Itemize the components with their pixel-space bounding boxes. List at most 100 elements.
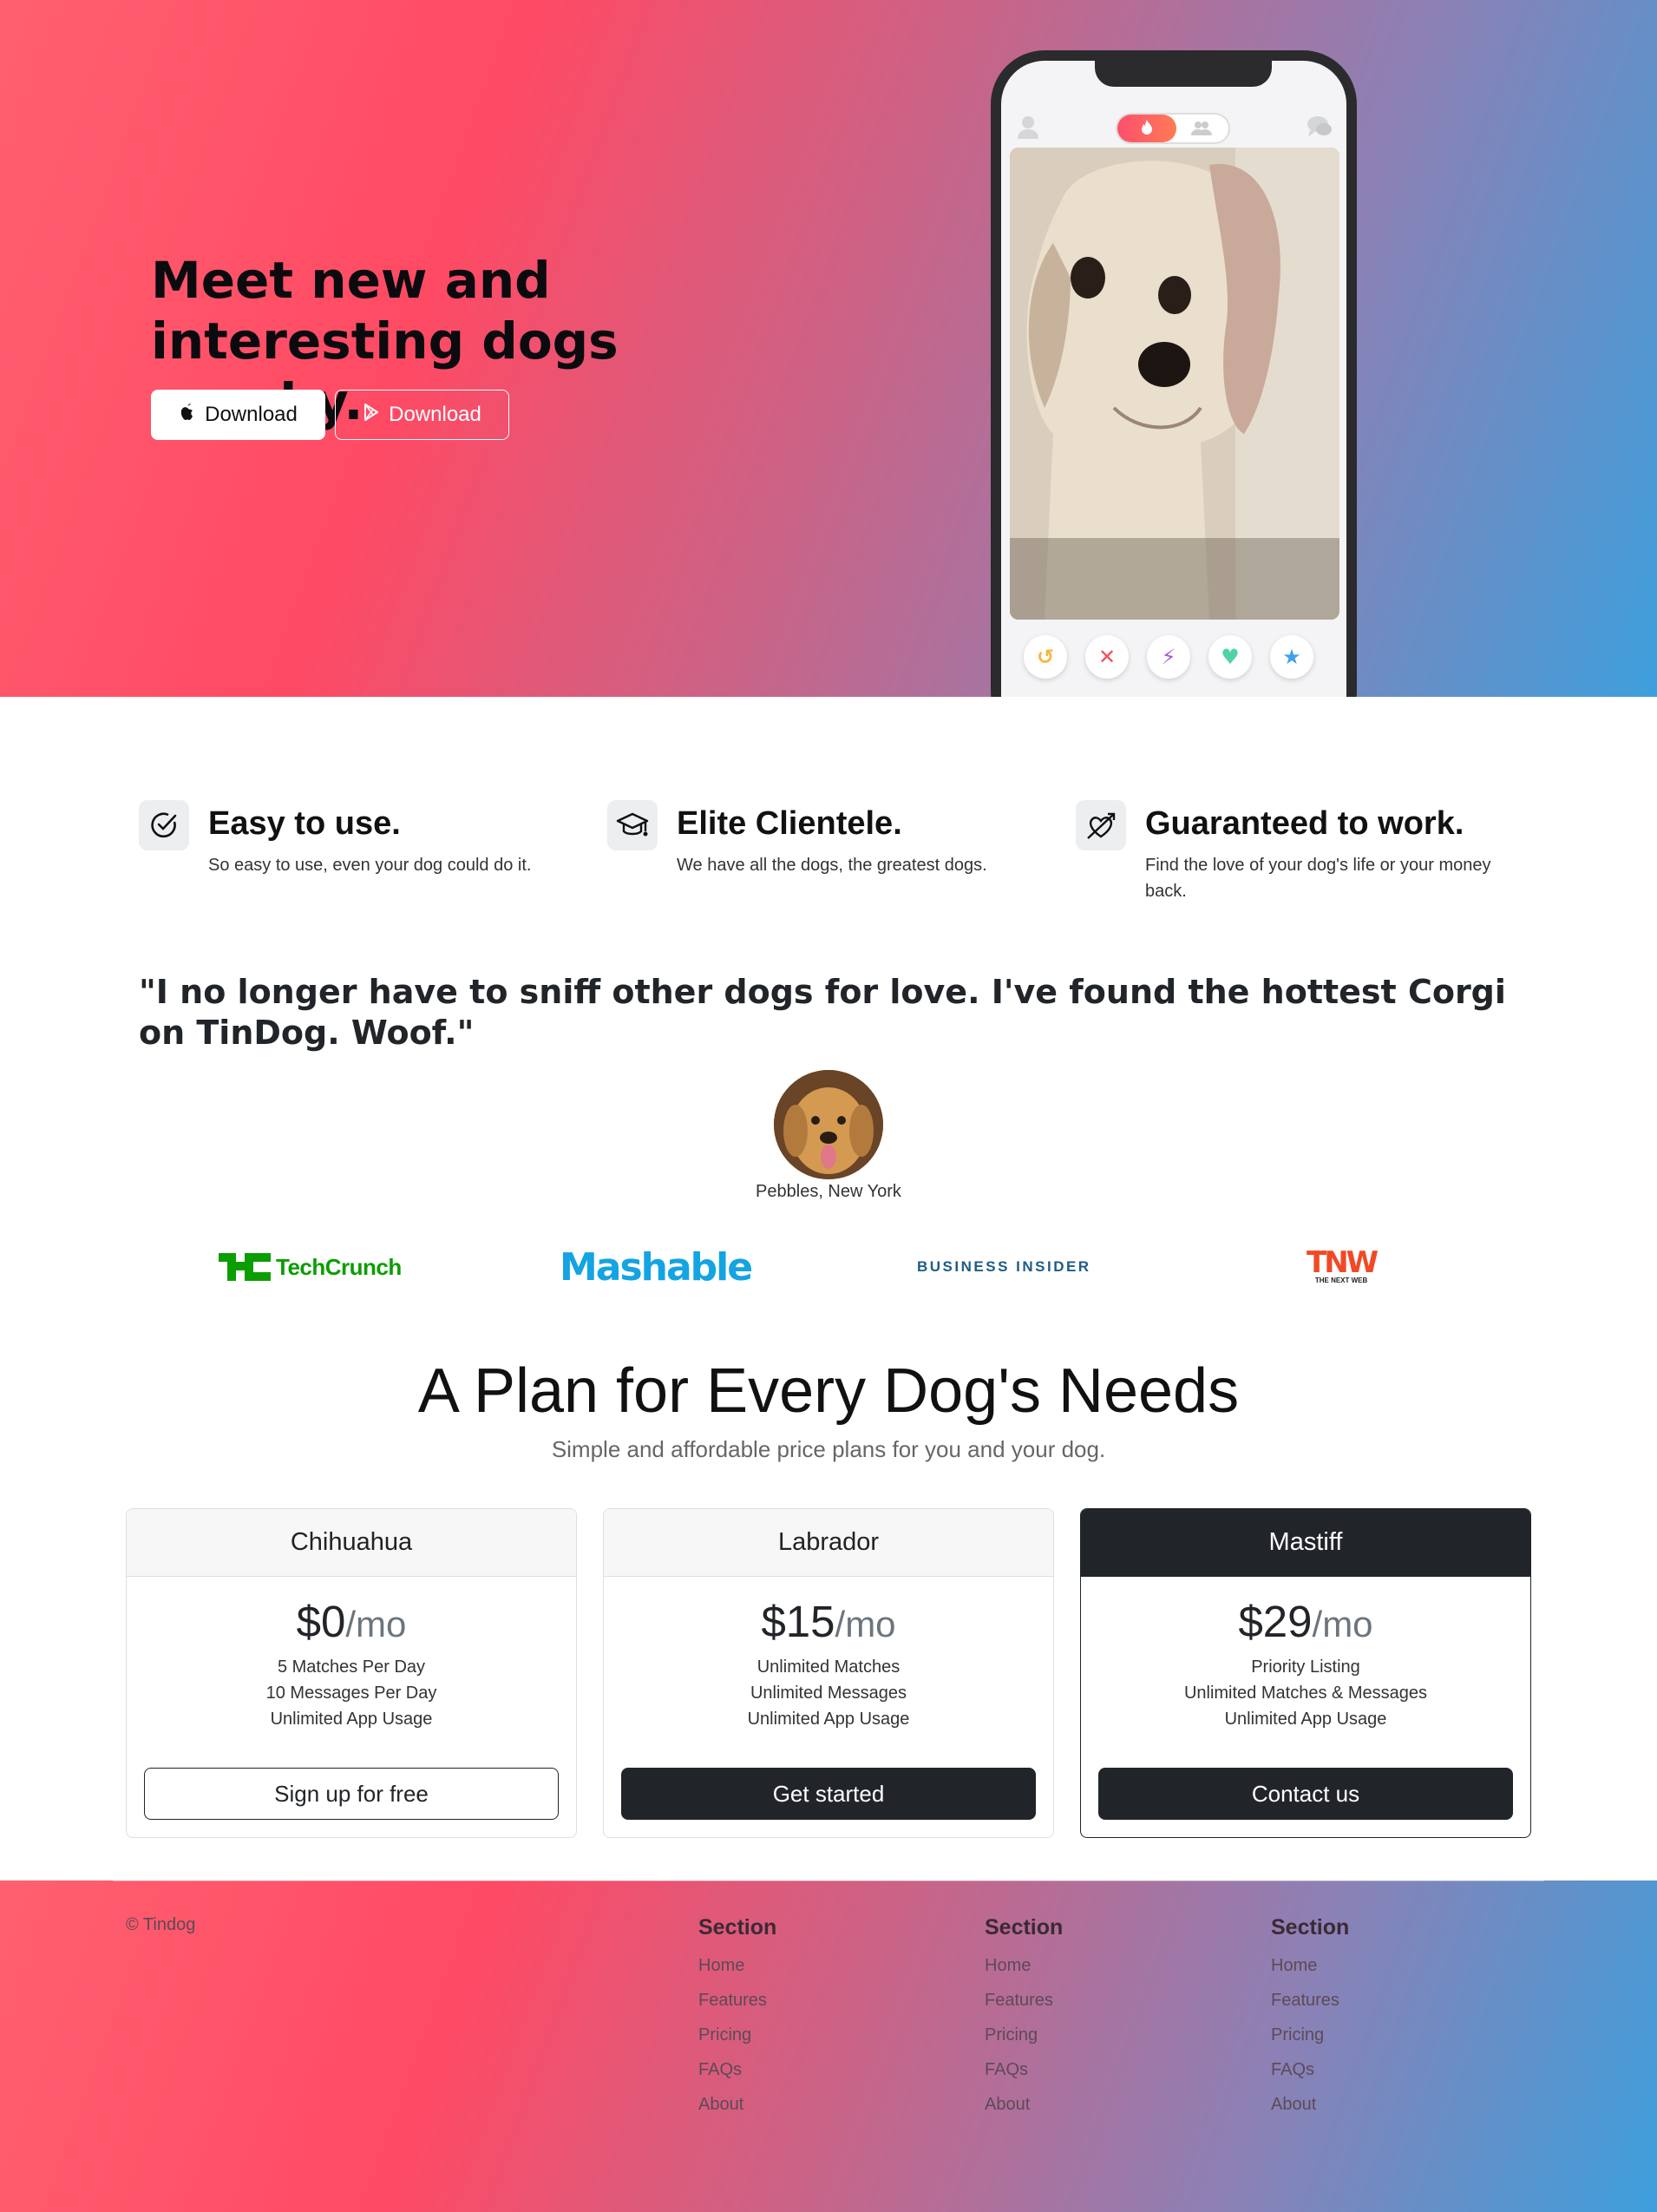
plan-price: $0/mo	[127, 1596, 576, 1647]
get-started-button[interactable]: Get started	[621, 1768, 1036, 1820]
price-amount: $29	[1238, 1597, 1313, 1646]
plan-feature: Unlimited Messages	[750, 1684, 907, 1703]
star-icon: ★	[1282, 645, 1301, 669]
plan-features: 5 Matches Per Day 10 Messages Per Day Un…	[127, 1654, 576, 1732]
plan-card-chihuahua: Chihuahua $0/mo 5 Matches Per Day 10 Mes…	[126, 1508, 577, 1838]
rewind-button[interactable]: ↺	[1024, 635, 1067, 679]
dog-photo-card[interactable]	[1010, 148, 1339, 620]
footer-link-home[interactable]: Home	[1271, 1948, 1531, 1983]
pricing-subtitle: Simple and affordable price plans for yo…	[551, 1436, 1106, 1462]
footer-column: Section Home Features Pricing FAQs About	[698, 1913, 959, 2122]
footer-link-features[interactable]: Features	[985, 1983, 1245, 2018]
footer-link-features[interactable]: Features	[1271, 1983, 1531, 2018]
pricing-title: A Plan for Every Dog's Needs	[417, 1356, 1240, 1426]
footer-link-home[interactable]: Home	[985, 1948, 1245, 1983]
phone-screen: ↺ ✕ ⚡ ♥ ★	[1001, 61, 1346, 697]
price-amount: $0	[296, 1597, 346, 1646]
footer-column: Section Home Features Pricing FAQs About	[985, 1913, 1245, 2122]
graduation-cap-icon	[607, 800, 658, 850]
footer-link-faqs[interactable]: FAQs	[1271, 2052, 1531, 2087]
business-insider-wordmark: BUSINESS INSIDER	[917, 1258, 1091, 1275]
tnw-wordmark: TNW	[1307, 1245, 1379, 1280]
contact-us-button[interactable]: Contact us	[1098, 1768, 1513, 1820]
download-play-label: Download	[389, 403, 481, 426]
plan-feature: Unlimited Matches	[756, 1657, 901, 1677]
profile-icon	[1017, 115, 1039, 142]
footer-link-pricing[interactable]: Pricing	[698, 2018, 959, 2052]
like-button[interactable]: ♥	[1208, 635, 1252, 679]
plan-feature: Unlimited App Usage	[1224, 1710, 1387, 1729]
chat-icon[interactable]	[1307, 115, 1333, 142]
check-circle-icon	[139, 800, 189, 850]
phone-mockup: ↺ ✕ ⚡ ♥ ★	[991, 50, 1357, 697]
heart-arrow-icon	[1076, 800, 1126, 850]
mashable-logo: Mashable	[560, 1241, 753, 1293]
price-period: /mo	[345, 1604, 407, 1644]
download-play-button[interactable]: Download	[335, 390, 509, 440]
feature-text: Find the love of your dog's life or your…	[1145, 856, 1491, 901]
close-icon: ✕	[1097, 645, 1117, 669]
dog-photo-illustration	[1010, 148, 1339, 620]
price-period: /mo	[835, 1604, 896, 1644]
testimonial-author: Pebbles, New York	[756, 1182, 901, 1201]
feature-text: We have all the dogs, the greatest dogs.	[677, 856, 987, 875]
plan-feature: Unlimited Matches & Messages	[1183, 1684, 1428, 1703]
feature-title: Easy to use.	[208, 805, 401, 842]
footer-link-about[interactable]: About	[698, 2087, 959, 2122]
feature-text: So easy to use, even your dog could do i…	[208, 856, 532, 875]
plan-feature: 10 Messages Per Day	[265, 1684, 437, 1703]
tnw-subtitle: THE NEXT WEB	[1314, 1277, 1368, 1284]
footer-column: Section Home Features Pricing FAQs About	[1271, 1913, 1531, 2122]
plan-feature: 5 Matches Per Day	[277, 1657, 426, 1677]
plan-feature: Priority Listing	[1251, 1657, 1360, 1677]
footer: © Tindog Section Home Features Pricing F…	[0, 1881, 1657, 2212]
price-period: /mo	[1312, 1604, 1373, 1644]
plan-feature: Unlimited App Usage	[270, 1710, 433, 1729]
footer-link-faqs[interactable]: FAQs	[698, 2052, 959, 2087]
heart-icon: ♥	[1221, 645, 1240, 669]
plan-card-labrador: Labrador $15/mo Unlimited Matches Unlimi…	[603, 1508, 1054, 1838]
boost-button[interactable]: ⚡	[1147, 635, 1190, 679]
techcrunch-mark-icon	[219, 1253, 271, 1281]
footer-heading: Section	[985, 1915, 1064, 1940]
lightning-icon: ⚡	[1161, 645, 1176, 669]
avatar	[774, 1070, 883, 1179]
footer-link-pricing[interactable]: Pricing	[985, 2018, 1245, 2052]
copyright: © Tindog	[126, 1915, 196, 1934]
sign-up-free-button[interactable]: Sign up for free	[144, 1768, 559, 1820]
apple-icon	[179, 403, 196, 428]
download-apple-label: Download	[205, 403, 298, 426]
plan-card-mastiff: Mastiff $29/mo Priority Listing Unlimite…	[1080, 1508, 1531, 1838]
techcrunch-logo: TechCrunch	[219, 1241, 402, 1293]
rewind-icon: ↺	[1036, 645, 1055, 669]
plan-name: Labrador	[604, 1509, 1053, 1577]
mashable-wordmark: Mashable	[560, 1244, 753, 1290]
price-amount: $15	[761, 1597, 835, 1646]
footer-link-home[interactable]: Home	[698, 1948, 959, 1983]
plan-name: Chihuahua	[127, 1509, 576, 1577]
flame-tab[interactable]	[1117, 115, 1176, 142]
play-store-icon	[363, 403, 380, 428]
mode-toggle[interactable]	[1116, 113, 1230, 144]
phone-notch	[1095, 61, 1272, 87]
footer-link-faqs[interactable]: FAQs	[985, 2052, 1245, 2087]
download-apple-button[interactable]: Download	[151, 390, 325, 440]
footer-link-about[interactable]: About	[985, 2087, 1245, 2122]
footer-link-about[interactable]: About	[1271, 2087, 1531, 2122]
footer-link-features[interactable]: Features	[698, 1983, 959, 2018]
techcrunch-wordmark: TechCrunch	[276, 1253, 402, 1280]
testimonial-quote: "I no longer have to sniff other dogs fo…	[139, 973, 1506, 1052]
hero-section: Meet new and interesting dogs nearby. Do…	[0, 0, 1657, 697]
golden-retriever-illustration	[774, 1070, 883, 1179]
footer-link-pricing[interactable]: Pricing	[1271, 2018, 1531, 2052]
tnw-logo: TNW THE NEXT WEB	[1307, 1241, 1379, 1293]
plan-features: Unlimited Matches Unlimited Messages Unl…	[604, 1654, 1053, 1732]
group-icon[interactable]	[1190, 120, 1213, 139]
plan-features: Priority Listing Unlimited Matches & Mes…	[1081, 1654, 1530, 1732]
nope-button[interactable]: ✕	[1085, 635, 1129, 679]
business-insider-logo: BUSINESS INSIDER	[917, 1241, 1091, 1293]
super-like-button[interactable]: ★	[1270, 635, 1313, 679]
footer-heading: Section	[698, 1915, 777, 1940]
plan-feature: Unlimited App Usage	[747, 1710, 910, 1729]
feature-title: Guaranteed to work.	[1145, 805, 1464, 842]
